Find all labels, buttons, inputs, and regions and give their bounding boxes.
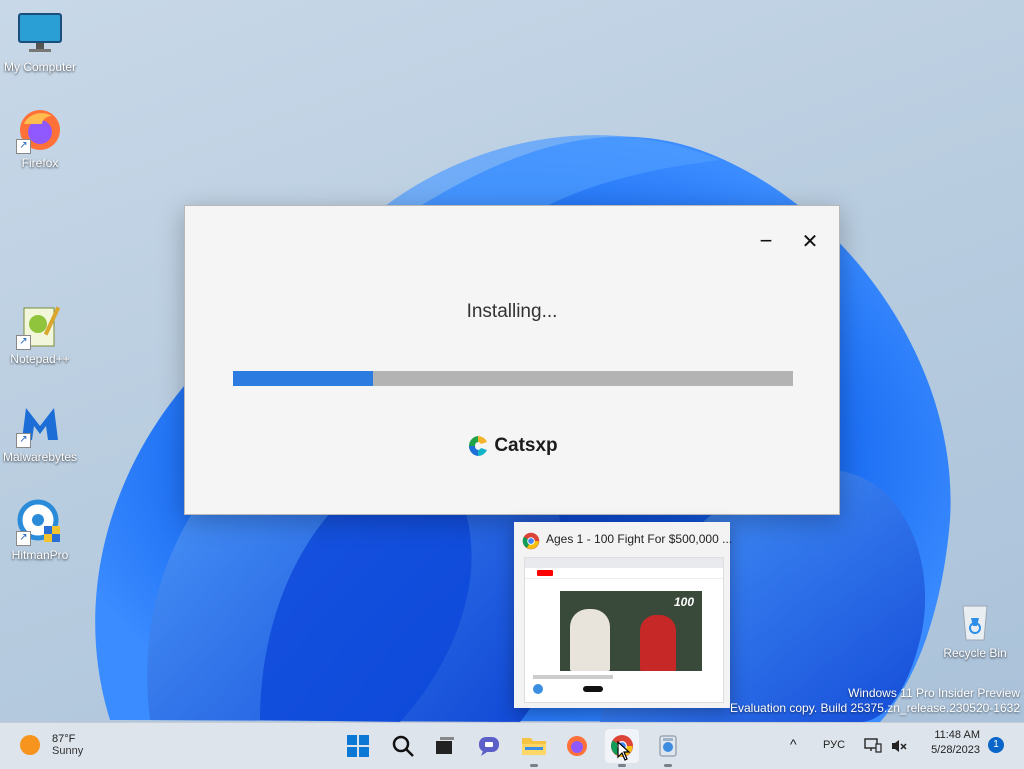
shortcut-arrow-icon: ↗ [16,531,31,546]
firefox-icon: ↗ [16,106,64,154]
file-explorer-button[interactable] [517,729,551,767]
desktop-icon-label: My Computer [3,60,77,74]
monitor-icon [16,10,64,58]
desktop-icon-firefox[interactable]: ↗ Firefox [0,106,80,170]
thumb-youtube-header [525,568,723,579]
thumb-subscribe-button [583,686,603,692]
file-explorer-icon [522,738,546,755]
malwarebytes-icon: ↗ [16,400,64,448]
mouse-cursor-icon [617,741,631,761]
speaker-muted-icon[interactable] [890,737,908,755]
desktop-icon-notepad-plus-plus[interactable]: ↗ Notepad++ [0,302,80,366]
watermark-line-1: Windows 11 Pro Insider Preview [848,686,1020,700]
brand-name: Catsxp [494,435,558,456]
thumb-channel-avatar [533,684,543,694]
desktop-icon-label: Malwarebytes [2,450,78,464]
chrome-taskbar-button[interactable] [605,729,639,767]
taskbar: 87°F Sunny ^ РУС 11:48 AM 5/28/2023 1 [0,722,1024,769]
firefox-icon [567,736,587,756]
recycle-bin-icon [951,596,999,644]
chat-icon [479,737,499,756]
clock-date: 5/28/2023 [931,744,980,756]
thumb-overlay-number: 100 [673,595,694,609]
brand-logo: Catsxp [185,434,839,458]
youtube-logo-icon [537,570,553,576]
start-icon [347,735,369,757]
windows-watermark: Windows 11 Pro Insider Preview Evaluatio… [730,686,1020,716]
desktop-icon-label: HitmanPro [11,548,69,562]
desktop-icon-hitmanpro[interactable]: ↗ HitmanPro [0,498,80,562]
shortcut-arrow-icon: ↗ [16,139,31,154]
thumb-tabbar [525,558,723,568]
install-progress-bar [233,371,793,386]
search-button[interactable] [386,729,420,763]
sun-icon [20,735,40,755]
chrome-icon [522,532,540,550]
firefox-taskbar-button[interactable] [560,729,594,763]
notepad-plus-plus-icon: ↗ [16,302,64,350]
minimize-icon: − [759,228,773,253]
clock[interactable]: 11:48 AM 5/28/2023 [918,729,980,756]
tray-overflow-chevron[interactable]: ^ [790,736,797,752]
install-status-text: Installing... [466,301,558,322]
desktop-icon-label: Firefox [21,156,59,170]
thumb-person-right [640,615,676,671]
installer-dialog: − ✕ Installing... Catsxp [184,205,840,515]
weather-widget[interactable]: 87°F Sunny [18,733,83,757]
preview-thumbnail: 100 [524,557,724,703]
search-icon [392,735,414,757]
shortcut-arrow-icon: ↗ [16,335,31,350]
notification-badge[interactable]: 1 [988,737,1004,753]
weather-temp: 87°F [52,733,76,745]
preview-title: Ages 1 - 100 Fight For $500,000 ... [546,532,733,546]
close-button[interactable]: ✕ [795,226,825,256]
weather-condition: Sunny [52,745,84,757]
clock-time: 11:48 AM [934,729,980,741]
language-indicator[interactable]: РУС [823,739,845,751]
chat-button[interactable] [472,729,506,763]
desktop-icon-malwarebytes[interactable]: ↗ Malwarebytes [0,400,80,464]
watermark-line-2: Evaluation copy. Build 25375.zn_release.… [730,701,1020,715]
desktop-icon-recycle-bin[interactable]: Recycle Bin [935,596,1015,660]
desktop-icon-my-computer[interactable]: My Computer [0,10,80,74]
catsxp-logo-icon [469,436,488,456]
desktop-icon-label: Notepad++ [10,352,70,366]
thumb-video: 100 [560,591,702,671]
start-button[interactable] [341,729,375,763]
shortcut-arrow-icon: ↗ [16,433,31,448]
setup-app-icon [659,735,677,757]
hitmanpro-icon: ↗ [16,498,64,546]
progress-fill [233,371,373,386]
close-icon: ✕ [801,230,819,253]
desktop-icon-label: Recycle Bin [943,646,1007,660]
network-icon[interactable] [864,736,882,754]
task-view-icon [436,737,454,754]
thumb-person-left [570,609,610,671]
setup-app-taskbar-button[interactable] [651,729,685,767]
task-view-button[interactable] [428,729,462,763]
minimize-button[interactable]: − [751,226,781,256]
thumb-title-line [533,675,613,679]
chrome-window-preview[interactable]: Ages 1 - 100 Fight For $500,000 ... 100 [514,522,733,708]
